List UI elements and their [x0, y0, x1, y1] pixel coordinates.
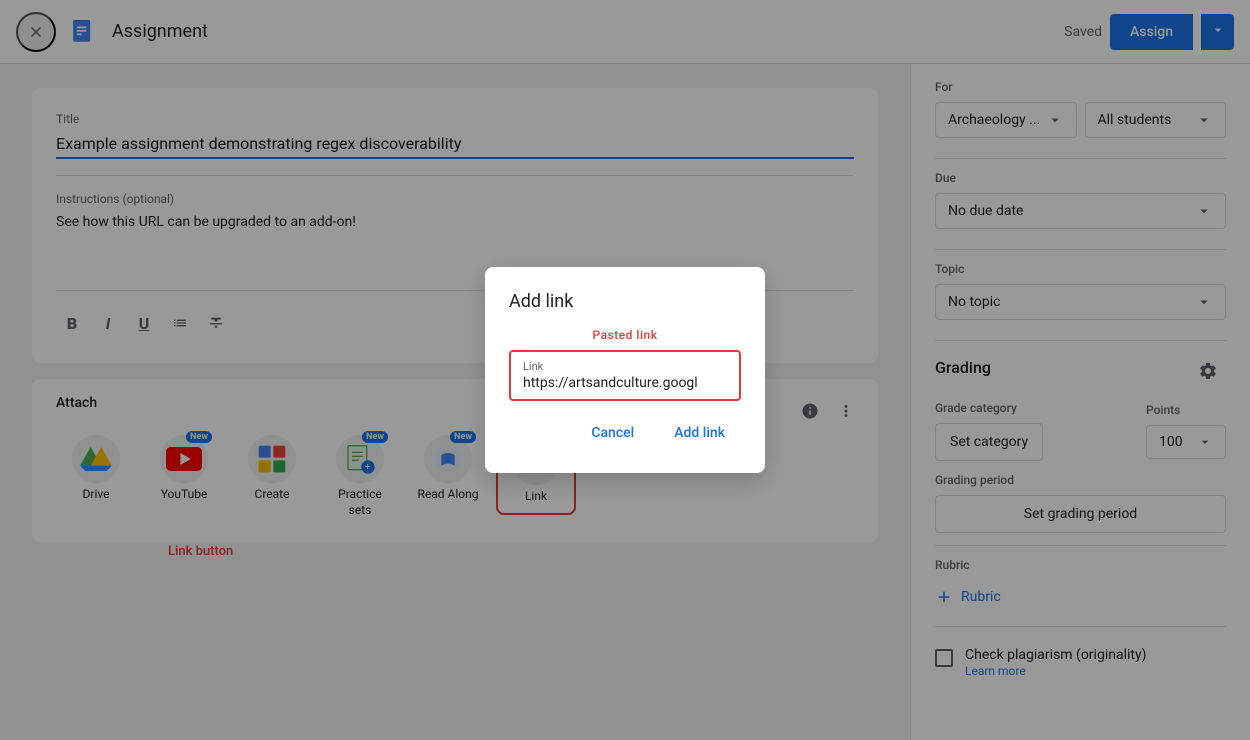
modal-title: Add link — [509, 291, 741, 312]
pasted-link-label: Pasted link — [509, 328, 741, 342]
modal-actions: Cancel Add link — [509, 417, 741, 449]
modal-overlay: Add link Pasted link Link https://artsan… — [0, 0, 1250, 740]
link-field-value: https://artsandculture.googl — [523, 375, 727, 391]
cancel-button[interactable]: Cancel — [575, 417, 650, 449]
add-link-button[interactable]: Add link — [658, 417, 741, 449]
link-field-wrap: Link https://artsandculture.googl — [509, 350, 741, 401]
add-link-modal: Add link Pasted link Link https://artsan… — [485, 267, 765, 473]
link-field-label: Link — [523, 360, 727, 373]
